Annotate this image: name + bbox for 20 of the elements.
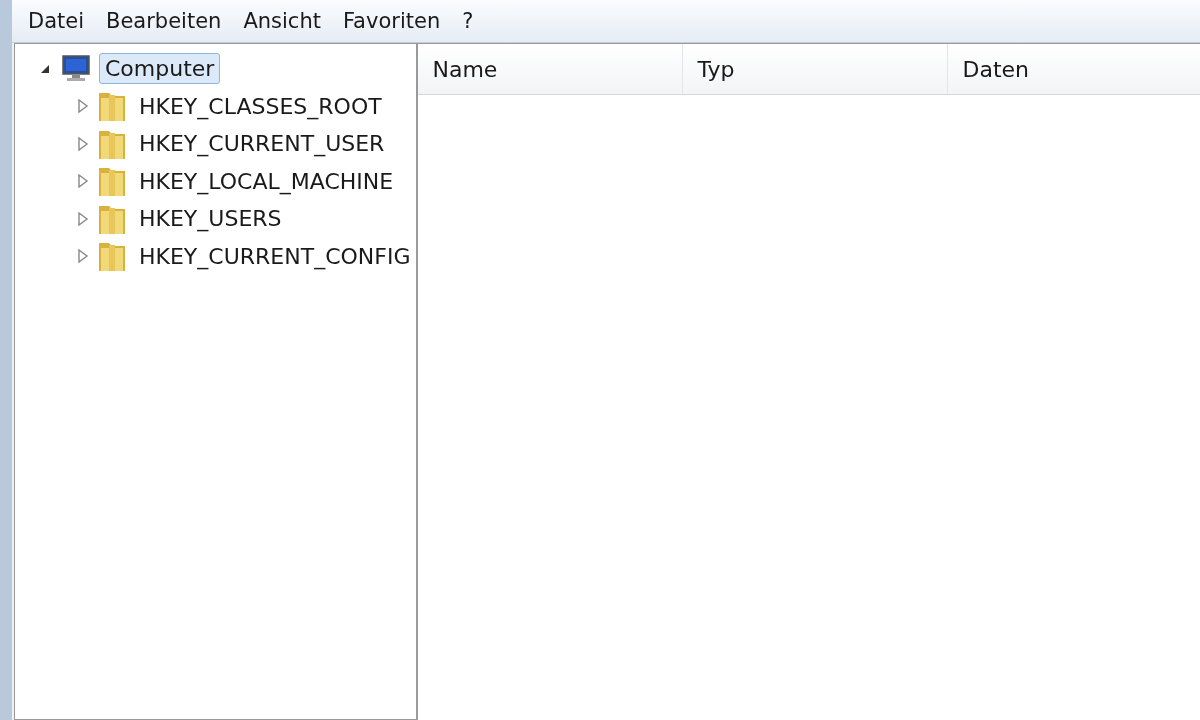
collapsed-arrow-icon[interactable] — [77, 99, 89, 114]
menu-item[interactable]: ? — [454, 9, 488, 33]
column-header[interactable]: Name — [418, 44, 684, 94]
menu-item[interactable]: Favoriten — [334, 9, 455, 33]
tree-item[interactable]: HKEY_USERS — [133, 203, 288, 235]
collapsed-arrow-icon[interactable] — [77, 249, 89, 264]
tree-item[interactable]: HKEY_LOCAL_MACHINE — [133, 165, 400, 197]
tree-item[interactable]: HKEY_CURRENT_USER — [133, 128, 391, 160]
tree-item[interactable]: Computer — [99, 53, 221, 85]
collapsed-arrow-icon[interactable] — [77, 174, 89, 189]
menu-item[interactable]: Bearbeiten — [98, 9, 236, 33]
column-header[interactable]: Daten — [948, 44, 1200, 94]
column-header[interactable]: Typ — [683, 44, 949, 94]
collapsed-arrow-icon[interactable] — [77, 211, 89, 226]
tree-item[interactable]: HKEY_CURRENT_CONFIG — [133, 240, 417, 272]
computer-icon — [59, 53, 93, 84]
collapsed-arrow-icon[interactable] — [77, 136, 89, 151]
menu-item[interactable]: Ansicht — [235, 9, 335, 33]
menu-item[interactable]: Datei — [20, 9, 99, 33]
tree-item[interactable]: HKEY_CLASSES_ROOT — [133, 90, 388, 122]
